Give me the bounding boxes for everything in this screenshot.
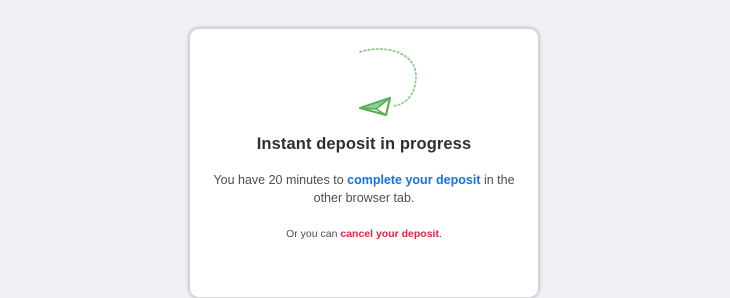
deposit-dialog-card: Instant deposit in progress You have 20 … (189, 28, 539, 298)
cancel-text-after: . (438, 228, 442, 240)
desc-text-before: You have 20 minutes to (213, 173, 348, 187)
cancel-deposit-link[interactable]: cancel your deposit (340, 228, 439, 240)
dialog-description: You have 20 minutes to complete your dep… (190, 171, 538, 207)
desc-text-line2: other browser tab. (313, 191, 415, 205)
cancel-prompt: Or you can cancel your deposit. (190, 228, 538, 240)
desc-text-after: in the (480, 173, 515, 187)
dialog-title: Instant deposit in progress (256, 135, 472, 153)
cancel-text-before: Or you can (286, 228, 341, 240)
paper-plane-icon (354, 46, 426, 118)
complete-deposit-link[interactable]: complete your deposit (347, 173, 480, 187)
